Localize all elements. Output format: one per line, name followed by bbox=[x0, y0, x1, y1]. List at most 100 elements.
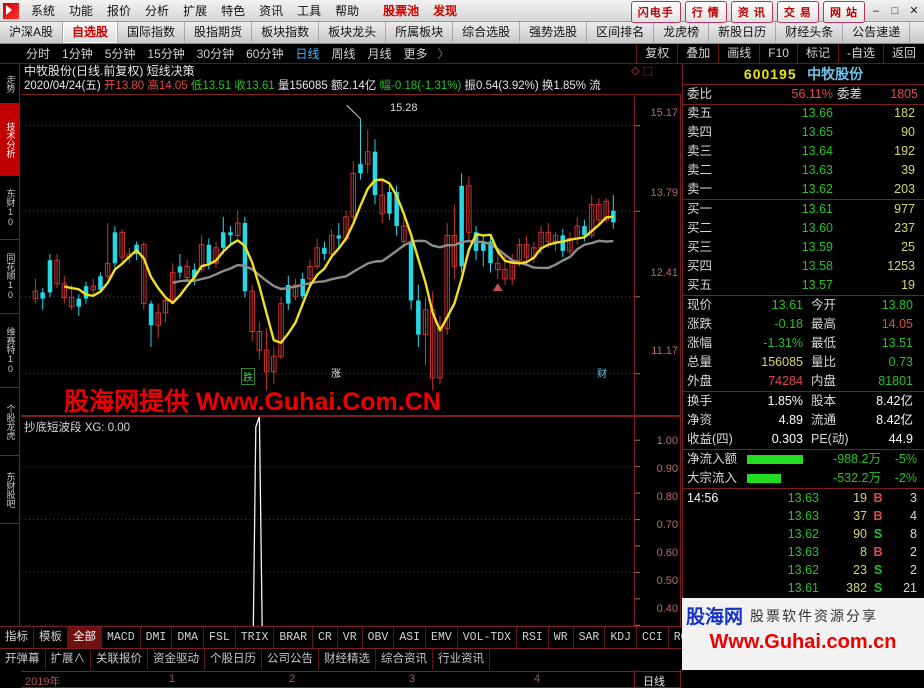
status-btn-industry-news[interactable]: 行业资讯 bbox=[433, 649, 490, 670]
overlay-button[interactable]: 叠加 bbox=[677, 44, 718, 64]
indicator-btn-asi[interactable]: ASI bbox=[394, 627, 427, 648]
bid-row-3[interactable]: 买三 13.59 25 bbox=[683, 238, 924, 257]
trade-button[interactable]: 交 易 bbox=[776, 1, 819, 23]
nav-tab-1[interactable]: 自选股 bbox=[63, 22, 119, 43]
rail-item-technical-analysis[interactable]: 技术分析 bbox=[0, 104, 20, 176]
minimize-icon[interactable]: – bbox=[868, 5, 884, 19]
indicator-btn-all[interactable]: 全部 bbox=[68, 627, 102, 648]
status-btn-fund-drive[interactable]: 资金驱动 bbox=[148, 649, 205, 670]
nav-tab-10[interactable]: 龙虎榜 bbox=[654, 22, 710, 43]
quick-trade-button[interactable]: 闪电手 bbox=[630, 1, 681, 23]
indicator-btn-muban[interactable]: 模板 bbox=[34, 627, 68, 648]
menu-item-stock-pool[interactable]: 股票池 bbox=[376, 0, 426, 21]
menu-item-3[interactable]: 分析 bbox=[138, 0, 176, 21]
indicator-btn-kdj[interactable]: KDJ bbox=[605, 627, 638, 648]
nav-tab-0[interactable]: 沪深A股 bbox=[0, 22, 64, 43]
status-btn-stock-calendar[interactable]: 个股日历 bbox=[205, 649, 262, 670]
period-30min[interactable]: 30分钟 bbox=[191, 45, 240, 62]
ask-row-3[interactable]: 卖三 13.64 192 bbox=[683, 142, 924, 161]
maximize-icon[interactable]: □ bbox=[887, 5, 903, 19]
period-weekly[interactable]: 周线 bbox=[325, 45, 361, 62]
indicator-btn-brar[interactable]: BRAR bbox=[274, 627, 313, 648]
price-chart-pane[interactable]: 15.28 15.17 13.79 12.41 11.17 跌 涨 财 bbox=[21, 94, 681, 416]
chart-title-icons[interactable]: ◇ ⬚ bbox=[631, 64, 653, 79]
period-5min[interactable]: 5分钟 bbox=[99, 45, 142, 62]
nav-tab-11[interactable]: 新股日历 bbox=[709, 22, 777, 43]
indicator-btn-fsl[interactable]: FSL bbox=[204, 627, 236, 648]
indicator-btn-zhibiao[interactable]: 指标 bbox=[0, 627, 34, 648]
nav-tab-3[interactable]: 股指期货 bbox=[185, 22, 253, 43]
indicator-btn-emv[interactable]: EMV bbox=[426, 627, 458, 648]
quotes-button[interactable]: 行 情 bbox=[684, 1, 727, 23]
menu-item-1[interactable]: 功能 bbox=[62, 0, 100, 21]
ask-row-4[interactable]: 卖四 13.65 90 bbox=[683, 123, 924, 142]
news-button[interactable]: 资 讯 bbox=[730, 1, 773, 23]
nav-tab-12[interactable]: 财经头条 bbox=[776, 22, 844, 43]
rail-item-trend[interactable]: 走势 bbox=[0, 64, 20, 104]
chevron-right-icon[interactable]: 〉 bbox=[434, 45, 454, 62]
indicator-btn-wr[interactable]: WR bbox=[549, 627, 574, 648]
ask-row-1[interactable]: 卖一 13.62 203 bbox=[683, 180, 924, 199]
rail-item-dongcai10[interactable]: 东财10 bbox=[0, 176, 20, 240]
indicator-btn-dma[interactable]: DMA bbox=[172, 627, 205, 648]
period-60min[interactable]: 60分钟 bbox=[240, 45, 289, 62]
period-daily[interactable]: 日线 bbox=[289, 45, 325, 62]
adjust-button[interactable]: 复权 bbox=[636, 44, 677, 64]
period-more[interactable]: 更多 bbox=[398, 45, 434, 62]
rail-item-tonghuashun10[interactable]: 同花顺10 bbox=[0, 240, 20, 314]
rail-item-dongcai-bbs[interactable]: 东财股吧 bbox=[0, 456, 20, 524]
nav-tab-2[interactable]: 国际指数 bbox=[118, 22, 186, 43]
menu-item-7[interactable]: 工具 bbox=[290, 0, 328, 21]
period-monthly[interactable]: 月线 bbox=[362, 45, 398, 62]
bid-row-4[interactable]: 买四 13.58 1253 bbox=[683, 257, 924, 276]
remove-favorite-button[interactable]: -自选 bbox=[837, 44, 883, 64]
rail-item-stock-dragon[interactable]: 个股龙虎 bbox=[0, 388, 20, 456]
indicator-btn-vol-tdx[interactable]: VOL-TDX bbox=[458, 627, 518, 648]
bid-row-1[interactable]: 买一 13.61 977 bbox=[683, 200, 924, 219]
draw-button[interactable]: 画线 bbox=[718, 44, 759, 64]
f10-button[interactable]: F10 bbox=[759, 44, 797, 64]
indicator-btn-vr[interactable]: VR bbox=[338, 627, 363, 648]
indicator-btn-sar[interactable]: SAR bbox=[574, 627, 606, 648]
status-btn-comprehensive-news[interactable]: 综合资讯 bbox=[376, 649, 433, 670]
nav-tab-4[interactable]: 板块指数 bbox=[252, 22, 320, 43]
indicator-btn-macd[interactable]: MACD bbox=[102, 627, 141, 648]
nav-tab-13[interactable]: 公告速递 bbox=[843, 22, 911, 43]
indicator-btn-obv[interactable]: OBV bbox=[363, 627, 395, 648]
period-15min[interactable]: 15分钟 bbox=[141, 45, 190, 62]
status-btn-finance-picks[interactable]: 财经精选 bbox=[319, 649, 376, 670]
nav-tab-5[interactable]: 板块龙头 bbox=[319, 22, 387, 43]
close-icon[interactable]: ✕ bbox=[906, 5, 922, 19]
indicator-btn-cr[interactable]: CR bbox=[313, 627, 338, 648]
status-btn-extend[interactable]: 扩展∧ bbox=[46, 649, 91, 670]
nav-tab-9[interactable]: 区间排名 bbox=[587, 22, 655, 43]
status-btn-announcements[interactable]: 公司公告 bbox=[262, 649, 319, 670]
period-1min[interactable]: 1分钟 bbox=[56, 45, 99, 62]
tick-list[interactable]: 14:56 13.63 19 B 3 13.63 37 B 4 13.62 90… bbox=[683, 489, 924, 597]
ask-row-5[interactable]: 卖五 13.66 182 bbox=[683, 104, 924, 123]
nav-tab-6[interactable]: 所属板块 bbox=[386, 22, 454, 43]
period-fenshi[interactable]: 分时 bbox=[20, 45, 56, 62]
indicator-btn-dmi[interactable]: DMI bbox=[141, 627, 173, 648]
menu-item-4[interactable]: 扩展 bbox=[176, 0, 214, 21]
ask-row-2[interactable]: 卖二 13.63 39 bbox=[683, 161, 924, 180]
nav-tab-7[interactable]: 综合选股 bbox=[453, 22, 521, 43]
indicator-btn-rsi[interactable]: RSI bbox=[517, 627, 549, 648]
website-button[interactable]: 网 站 bbox=[822, 1, 865, 23]
nav-tab-8[interactable]: 强势选股 bbox=[520, 22, 588, 43]
menu-item-0[interactable]: 系统 bbox=[24, 0, 62, 21]
menu-item-2[interactable]: 报价 bbox=[100, 0, 138, 21]
status-btn-danmu[interactable]: 开弹幕 bbox=[0, 649, 46, 670]
mark-button[interactable]: 标记 bbox=[796, 44, 838, 64]
bid-row-2[interactable]: 买二 13.60 237 bbox=[683, 219, 924, 238]
menu-item-6[interactable]: 资讯 bbox=[252, 0, 290, 21]
bid-row-5[interactable]: 买五 13.57 19 bbox=[683, 276, 924, 295]
menu-item-discover[interactable]: 发现 bbox=[426, 0, 464, 21]
status-btn-related-quotes[interactable]: 关联报价 bbox=[91, 649, 148, 670]
menu-item-8[interactable]: 帮助 bbox=[328, 0, 366, 21]
rail-item-wisert10[interactable]: 维赛特10 bbox=[0, 314, 20, 388]
indicator-btn-trix[interactable]: TRIX bbox=[236, 627, 275, 648]
indicator-btn-cci[interactable]: CCI bbox=[637, 627, 669, 648]
back-button[interactable]: 返回 bbox=[882, 44, 924, 64]
menu-item-5[interactable]: 特色 bbox=[214, 0, 252, 21]
